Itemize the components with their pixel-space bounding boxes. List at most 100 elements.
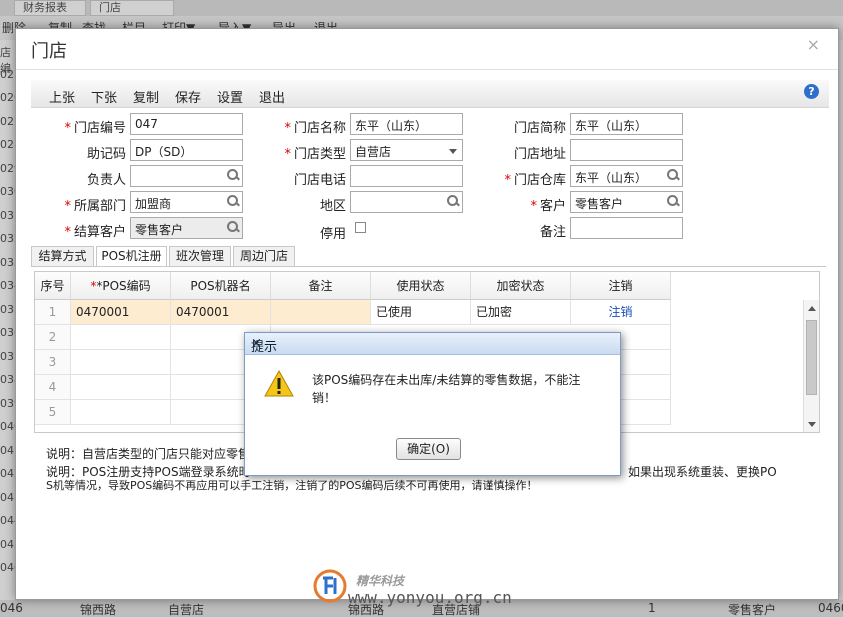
bg-row-code: 029 [0,161,21,175]
note-line-2b: 如果出现系统重装、更换PO [628,465,777,479]
tab-settlement[interactable]: 结算方式 [31,246,94,266]
save-button[interactable]: 保存 [175,87,201,106]
store-phone-input[interactable] [350,165,463,187]
bg-cell: 自营店 [168,603,205,617]
store-addr-input[interactable] [570,139,683,161]
bg-cell: 1 [648,601,656,615]
store-name-input[interactable]: 东平（山东） [350,113,463,135]
search-icon[interactable] [227,195,239,207]
cancel-link[interactable]: 注销 [571,300,671,325]
bg-tab-store[interactable]: 门店 [90,0,174,16]
cell-pos-code[interactable] [71,350,171,375]
search-icon[interactable] [667,169,679,181]
alert-titlebar: 提示 × [245,333,620,355]
bg-row-code: 046 [0,561,21,574]
warehouse-label: * 门店仓库 [504,173,566,188]
cell-pos-code[interactable] [71,325,171,350]
warehouse-input[interactable]: 东平（山东） [570,165,683,187]
bg-row-code: 027 [0,114,21,128]
remark-input[interactable] [570,217,683,239]
bg-tab-reports[interactable]: 财务报表 [14,0,86,16]
store-type-label: * 门店类型 [284,147,346,162]
next-button[interactable]: 下张 [91,87,117,106]
bg-row-code: 044 [0,514,21,527]
region-input[interactable] [350,191,463,213]
grid-scrollbar[interactable] [803,300,819,432]
dialog-toolbar: 上张 下张 复制 保存 设置 退出 ? [31,80,829,108]
dialog-title: 门店 [31,41,67,62]
col-header-pos-name[interactable]: POS机器名 [171,272,271,300]
bg-cell: 锦西路 [80,603,117,617]
tab-shift[interactable]: 班次管理 [169,246,231,266]
scroll-thumb[interactable] [806,320,817,395]
exit-button[interactable]: 退出 [259,87,285,106]
bg-row-code: 030 [0,185,21,198]
store-code-label: * 门店编号 [64,121,126,136]
bg-row-code: 028 [0,138,21,151]
col-header-cancel[interactable]: 注销 [571,272,671,300]
search-icon[interactable] [447,195,459,207]
chevron-down-icon[interactable] [449,149,457,154]
search-icon[interactable] [667,195,679,207]
tab-pos-register[interactable]: POS机注册 [96,246,167,267]
bg-row-code: 025 [0,67,21,81]
cell-pos-name[interactable]: 0470001 [171,300,271,325]
cell-use-status: 已使用 [371,300,471,325]
customer-value: 零售客户 [575,197,624,211]
search-icon[interactable] [227,169,239,181]
cell-remark[interactable] [271,300,371,325]
prev-button[interactable]: 上张 [49,87,75,106]
help-icon[interactable]: ? [804,84,819,99]
store-type-select[interactable]: 自营店 [350,139,463,161]
ok-button[interactable]: 确定(O) [396,438,461,460]
col-header-remark[interactable]: 备注 [271,272,371,300]
store-short-input[interactable]: 东平（山东） [570,113,683,135]
settings-button[interactable]: 设置 [217,87,243,106]
customer-label: * 客户 [530,199,566,214]
title-divider [16,69,838,70]
remark-label: 备注 [539,225,566,240]
bg-row-code: 038 [0,373,21,386]
copy-button[interactable]: 复制 [133,87,159,106]
cell-pos-code[interactable]: 0470001 [71,300,171,325]
row-number: 2 [35,325,71,350]
alert-close-icon[interactable]: × [251,336,612,351]
disabled-checkbox[interactable] [355,222,366,233]
bg-cell: 0460 [818,601,843,615]
cell-pos-code[interactable] [71,400,171,425]
alert-dialog: 提示 × 该POS编码存在未出库/未结算的零售数据，不能注销！ 确定(O) [244,332,621,476]
dept-input[interactable]: 加盟商 [130,191,243,213]
tab-nearby-stores[interactable]: 周边门店 [233,246,295,266]
col-header-no[interactable]: 序号 [35,272,71,300]
cell-pos-code[interactable] [71,375,171,400]
row-number: 1 [35,300,71,325]
settle-customer-value: 零售客户 [135,223,184,237]
store-code-input[interactable]: 047 [130,113,243,135]
bg-row-code: 045 [0,537,21,551]
alert-message: 该POS编码存在未出库/未结算的零售数据，不能注销！ [312,373,581,405]
mnemonic-label: 助记码 [86,147,126,162]
dept-label: * 所属部门 [64,199,126,214]
note-line-3: S机等情况，导致POS编码不再应用可以手工注销，注销了的POS编码后续不可再使用… [46,479,538,492]
region-label: 地区 [319,199,346,214]
col-header-pos-code[interactable]: **POS编码 [71,272,171,300]
alert-body: 该POS编码存在未出库/未结算的零售数据，不能注销！ 确定(O) [248,356,617,472]
cell-enc-status: 已加密 [471,300,571,325]
dialog-close-icon[interactable]: × [807,35,820,54]
col-header-enc-status[interactable]: 加密状态 [471,272,571,300]
watermark-text-cn: 精华科技 [356,574,405,588]
bg-row-code: 039 [0,396,21,410]
bg-row-code: 031 [0,208,21,222]
scroll-up-icon[interactable] [808,306,816,311]
manager-input[interactable] [130,165,243,187]
dept-value: 加盟商 [135,197,172,211]
watermark-url: www.yonyou.org.cn [348,588,512,607]
search-icon[interactable] [227,221,239,233]
mnemonic-input[interactable]: DP（SD） [130,139,243,161]
scroll-down-icon[interactable] [808,422,816,427]
bg-row-code: 036 [0,326,21,339]
store-name-label: * 门店名称 [284,121,346,136]
customer-input[interactable]: 零售客户 [570,191,683,213]
col-header-use-status[interactable]: 使用状态 [371,272,471,300]
settle-customer-input[interactable]: 零售客户 [130,217,243,239]
